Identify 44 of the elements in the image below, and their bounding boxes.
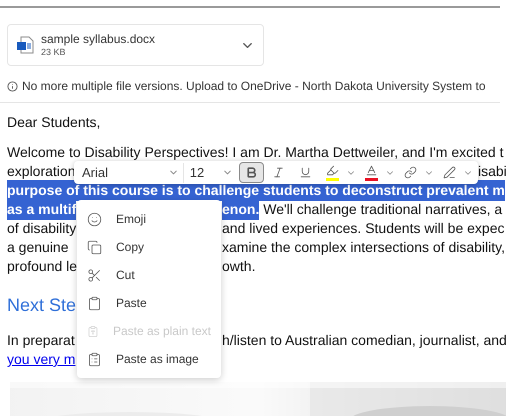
clipboard-image-icon: [87, 352, 102, 366]
link[interactable]: you very m: [7, 349, 76, 370]
body-text: xamine the complex intersections of disability,: [222, 238, 505, 257]
selected-text: as a multif: [7, 199, 76, 220]
link-icon: [404, 166, 417, 179]
menu-item[interactable]: Paste as image: [77, 345, 221, 373]
pen-icon: [443, 166, 456, 179]
italic-icon: [272, 166, 285, 179]
copy-icon: [87, 240, 102, 254]
attachment-card[interactable]: sample syllabus.docx 23 KB: [7, 24, 264, 66]
letter-a-icon: [365, 164, 378, 177]
font-dropdown[interactable]: Arial: [78, 162, 184, 182]
scissors-icon: [87, 268, 102, 282]
greeting: Dear Students,: [7, 113, 100, 132]
underline-icon: [299, 166, 312, 179]
body-text: isabi: [478, 162, 506, 181]
body-text: Welcome to Disability Perspectives! I am Dr. Martha Dettweiler, and I'm excited t: [7, 143, 504, 162]
highlighter-icon: [326, 164, 339, 177]
section-heading: Next Ste: [7, 294, 76, 316]
menu-item[interactable]: Cut: [77, 261, 221, 289]
file-size: 23 KB: [41, 46, 67, 58]
bold-icon: [245, 166, 258, 179]
bold-button[interactable]: [239, 162, 264, 183]
file-name: sample syllabus.docx: [41, 32, 156, 46]
notice-text: No more multiple file versions. Upload to OneDrive - North Dakota University System to: [22, 78, 486, 95]
smile-icon: [87, 212, 102, 226]
info-icon: [7, 80, 18, 92]
body-text: owth.: [222, 257, 256, 276]
body-text: exploration: [7, 162, 76, 181]
body-text: We'll challenge traditional narratives, a: [262, 200, 502, 219]
body-text: In preparat: [7, 331, 75, 350]
word-document-icon: [16, 36, 34, 54]
menu-item[interactable]: Copy: [77, 233, 221, 261]
size-dropdown[interactable]: 12: [186, 162, 237, 182]
menu-item[interactable]: Emoji: [77, 205, 221, 233]
body-text: h/listen to Australian comedian, journalist, and: [222, 331, 506, 350]
body-text: profound le: [7, 257, 78, 276]
clipboard-icon: [87, 296, 102, 310]
body-text: and lived experiences. Students will be expec: [222, 219, 505, 238]
body-text: a genuine: [7, 238, 69, 257]
body-text: of disability: [7, 219, 76, 238]
menu-item[interactable]: Paste: [77, 289, 221, 317]
clipboard-text-icon: [87, 324, 99, 338]
selected-text: enon.: [222, 199, 260, 220]
